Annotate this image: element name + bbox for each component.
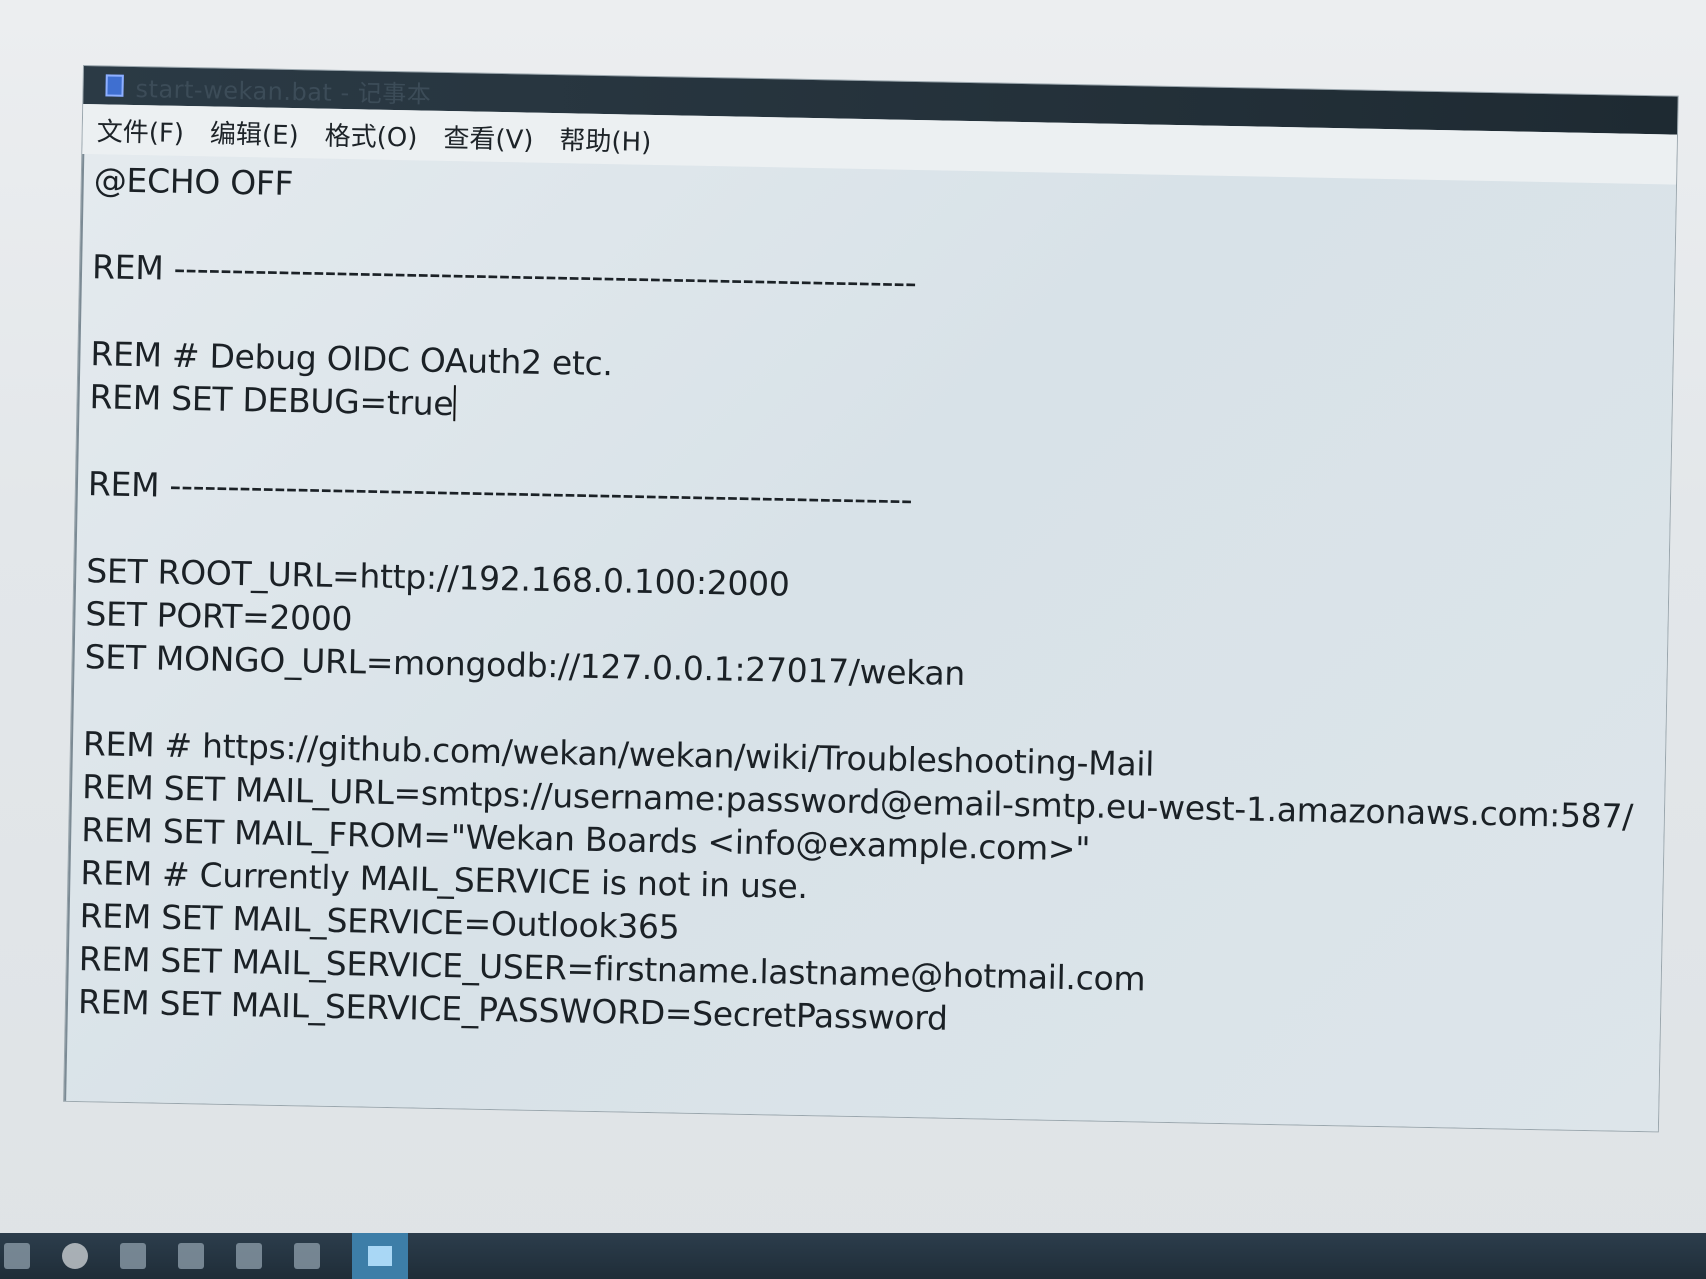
editor-line-text: REM SET DEBUG=true [89, 377, 454, 424]
notepad-icon[interactable] [352, 1233, 408, 1279]
menu-edit[interactable]: 编辑(E) [210, 113, 299, 152]
taskbar [0, 1233, 1706, 1279]
window-title: start-wekan.bat - 记事本 [135, 74, 432, 109]
file-explorer-icon[interactable] [4, 1243, 30, 1269]
browser-icon[interactable] [62, 1243, 88, 1269]
menu-format[interactable]: 格式(O) [324, 115, 417, 154]
desktop-screen: start-wekan.bat - 记事本 文件(F) 编辑(E) 格式(O) … [0, 0, 1706, 1279]
app-icon[interactable] [294, 1243, 320, 1269]
notepad-window: start-wekan.bat - 记事本 文件(F) 编辑(E) 格式(O) … [64, 66, 1678, 1132]
pin-icon[interactable] [178, 1243, 204, 1269]
menu-help[interactable]: 帮助(H) [559, 120, 652, 159]
notepad-glyph [368, 1246, 392, 1266]
text-caret [453, 385, 456, 422]
computer-icon[interactable] [120, 1243, 146, 1269]
menu-file[interactable]: 文件(F) [96, 111, 184, 150]
image-viewer-icon[interactable] [236, 1243, 262, 1269]
notepad-app-icon [105, 74, 124, 97]
text-editor-area[interactable]: @ECHO OFF REM --------------------------… [64, 153, 1677, 1132]
menu-view[interactable]: 查看(V) [443, 117, 534, 156]
